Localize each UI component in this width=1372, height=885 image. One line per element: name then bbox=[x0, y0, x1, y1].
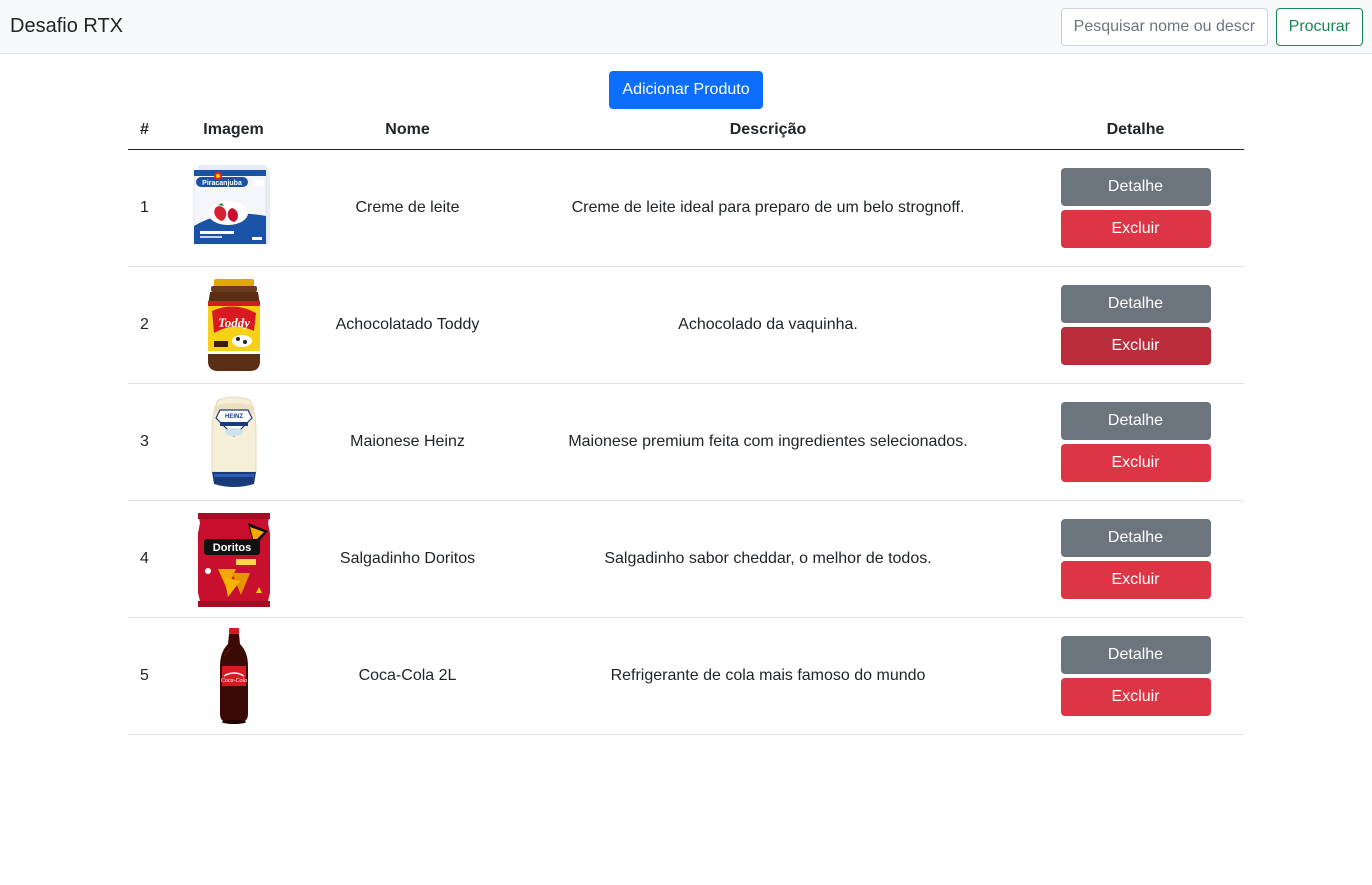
row-name: Coca-Cola 2L bbox=[306, 617, 509, 735]
heinz-logo-text: HEINZ bbox=[225, 414, 243, 420]
row-number: 1 bbox=[128, 149, 161, 267]
row-number: 2 bbox=[128, 266, 161, 384]
header-description: Descrição bbox=[509, 111, 1027, 150]
header-number: # bbox=[128, 111, 161, 150]
delete-button[interactable]: Excluir bbox=[1060, 444, 1211, 482]
detail-button[interactable]: Detalhe bbox=[1060, 285, 1211, 323]
table-row: 1 Piracanjuba Creme de leite Creme de le… bbox=[128, 149, 1244, 267]
row-actions: Detalhe Excluir bbox=[1027, 383, 1244, 501]
row-image-cell: HEINZ bbox=[161, 383, 306, 501]
header-name: Nome bbox=[306, 111, 509, 150]
add-product-button[interactable]: Adicionar Produto bbox=[609, 71, 763, 109]
row-name: Salgadinho Doritos bbox=[306, 500, 509, 618]
detail-button[interactable]: Detalhe bbox=[1060, 402, 1211, 440]
detail-button[interactable]: Detalhe bbox=[1060, 168, 1211, 206]
row-actions: Detalhe Excluir bbox=[1027, 266, 1244, 384]
search-input[interactable] bbox=[1060, 7, 1268, 46]
row-name: Achocolatado Toddy bbox=[306, 266, 509, 384]
row-description: Maionese premium feita com ingredientes … bbox=[509, 383, 1027, 501]
row-description: Creme de leite ideal para preparo de um … bbox=[509, 149, 1027, 267]
navbar-brand[interactable]: Desafio RTX bbox=[10, 15, 123, 38]
search-button[interactable]: Procurar bbox=[1275, 7, 1363, 46]
table-header-row: # Imagem Nome Descrição Detalhe bbox=[128, 111, 1244, 150]
toddy-jar-icon: Toddy bbox=[207, 279, 260, 371]
delete-button[interactable]: Excluir bbox=[1060, 210, 1211, 248]
coca-cola-logo-text: Coca-Cola bbox=[220, 678, 246, 684]
doritos-logo-text: Doritos bbox=[212, 542, 251, 554]
soda-bottle-icon: Coca-Cola bbox=[219, 628, 248, 724]
delete-button[interactable]: Excluir bbox=[1060, 678, 1211, 716]
piracanjuba-logo-text: Piracanjuba bbox=[202, 180, 242, 187]
table-row: 3 HEINZ Maionese Heinz Maionese premium … bbox=[128, 383, 1244, 501]
row-image-cell: Toddy bbox=[161, 266, 306, 384]
row-actions: Detalhe Excluir bbox=[1027, 617, 1244, 735]
row-name: Creme de leite bbox=[306, 149, 509, 267]
detail-button[interactable]: Detalhe bbox=[1060, 519, 1211, 557]
navbar: Desafio RTX Procurar bbox=[0, 0, 1372, 54]
row-actions: Detalhe Excluir bbox=[1027, 500, 1244, 618]
row-description: Salgadinho sabor cheddar, o melhor de to… bbox=[509, 500, 1027, 618]
row-description: Refrigerante de cola mais famoso do mund… bbox=[509, 617, 1027, 735]
row-name: Maionese Heinz bbox=[306, 383, 509, 501]
chips-bag-icon: Doritos bbox=[197, 513, 270, 607]
row-number: 3 bbox=[128, 383, 161, 501]
row-number: 4 bbox=[128, 500, 161, 618]
delete-button[interactable]: Excluir bbox=[1060, 561, 1211, 599]
mayonnaise-bottle-icon: HEINZ bbox=[211, 396, 256, 487]
search-form: Procurar bbox=[1060, 7, 1363, 46]
row-actions: Detalhe Excluir bbox=[1027, 149, 1244, 267]
creme-de-leite-carton-icon: Piracanjuba bbox=[193, 165, 270, 245]
row-number: 5 bbox=[128, 617, 161, 735]
row-image-cell: Doritos bbox=[161, 500, 306, 618]
row-image-cell: Piracanjuba bbox=[161, 149, 306, 267]
toddy-logo-text: Toddy bbox=[217, 315, 249, 330]
row-image-cell: Coca-Cola bbox=[161, 617, 306, 735]
row-description: Achocolado da vaquinha. bbox=[509, 266, 1027, 384]
header-detail: Detalhe bbox=[1027, 111, 1244, 150]
delete-button[interactable]: Excluir bbox=[1060, 327, 1211, 365]
products-table: # Imagem Nome Descrição Detalhe 1 Piraca… bbox=[128, 111, 1244, 735]
table-row: 5 Coca-Cola Coca-Cola 2L Refrigerante de… bbox=[128, 617, 1244, 735]
table-row: 2 Toddy Achocolatado Toddy Achocolado da… bbox=[128, 266, 1244, 384]
detail-button[interactable]: Detalhe bbox=[1060, 636, 1211, 674]
header-image: Imagem bbox=[161, 111, 306, 150]
table-row: 4 Doritos Salgadinho Doritos Salgadinho … bbox=[128, 500, 1244, 618]
add-product-container: Adicionar Produto bbox=[0, 71, 1372, 109]
